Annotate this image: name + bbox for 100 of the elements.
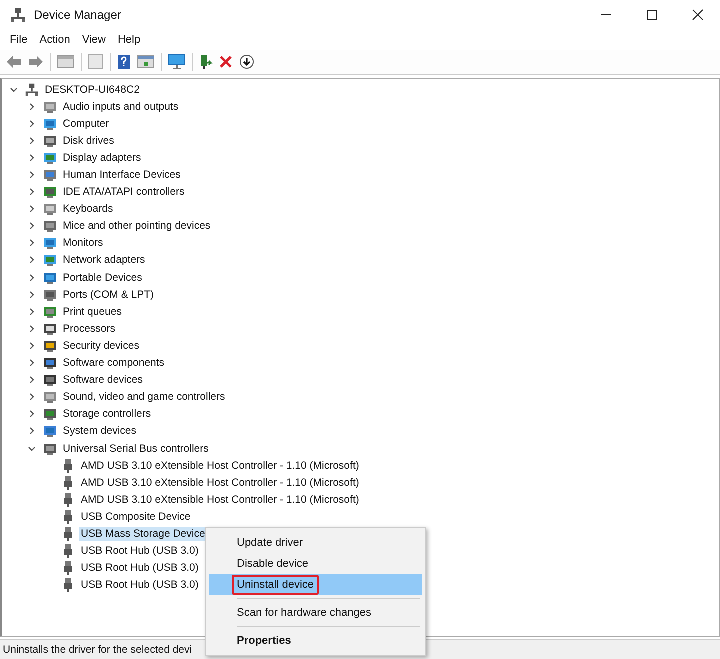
tree-item[interactable]: Software components — [61, 356, 167, 370]
tree-item[interactable]: Portable Devices — [61, 270, 144, 285]
back-arrow-icon[interactable] — [6, 55, 22, 69]
device-icon — [43, 236, 57, 250]
chevron-right-icon[interactable] — [27, 152, 37, 163]
usb-plug-icon — [61, 458, 75, 474]
device-icon — [43, 373, 57, 388]
usb-plug-icon — [61, 526, 75, 542]
device-icon — [43, 390, 57, 404]
forward-arrow-icon[interactable] — [28, 55, 44, 69]
x-icon[interactable] — [219, 55, 233, 69]
tree-item[interactable]: Mice and other pointing devices — [61, 219, 213, 234]
status-text: Uninstalls the driver for the selected devi — [3, 644, 192, 656]
menu-item[interactable]: Help — [118, 34, 141, 46]
menu-item-label: Update driver — [236, 536, 304, 550]
tree-item[interactable]: Processors — [61, 322, 118, 336]
chevron-right-icon[interactable] — [27, 170, 37, 180]
tree-item[interactable]: USB Mass Storage Device — [79, 526, 208, 541]
tree-item[interactable]: AMD USB 3.10 eXtensible Host Controller - 1.10 (Microsoft) — [79, 476, 362, 490]
chevron-right-icon[interactable] — [27, 204, 37, 214]
device-icon — [43, 185, 57, 200]
tree-item[interactable]: Display adapters — [61, 150, 144, 165]
chevron-right-icon[interactable] — [27, 375, 37, 386]
tree-item[interactable]: Disk drives — [61, 134, 116, 148]
chevron-right-icon[interactable] — [27, 221, 37, 232]
device-icon — [43, 338, 57, 353]
tree-item[interactable]: Network adapters — [61, 253, 148, 268]
tree-item[interactable]: Audio inputs and outputs — [61, 100, 181, 114]
device-icon — [43, 442, 57, 456]
device-icon — [43, 288, 57, 302]
tree-item[interactable]: Monitors — [61, 236, 106, 250]
tree-item[interactable]: USB Composite Device — [79, 510, 193, 524]
tree-item[interactable]: USB Root Hub (USB 3.0) — [79, 561, 201, 576]
window-icon[interactable] — [57, 54, 75, 70]
device-icon — [43, 407, 57, 422]
tree-item[interactable]: Sound, video and game controllers — [61, 390, 228, 404]
menu-item[interactable]: View — [82, 34, 106, 46]
menu-item[interactable]: File — [10, 34, 28, 46]
device-icon — [43, 168, 57, 182]
tree-item[interactable]: Software devices — [61, 373, 145, 388]
chevron-right-icon[interactable] — [27, 238, 37, 248]
chevron-right-icon[interactable] — [27, 290, 37, 300]
usb-plug-icon — [61, 508, 75, 525]
usb-plug-icon — [61, 577, 75, 594]
monitor-icon[interactable] — [168, 54, 186, 70]
chevron-right-icon[interactable] — [27, 187, 37, 198]
tree-item[interactable]: Print queues — [61, 304, 124, 319]
menu-item[interactable]: Scan for hardware changes — [209, 602, 422, 623]
tree-item[interactable]: Keyboards — [61, 202, 116, 216]
chevron-right-icon[interactable] — [27, 409, 37, 420]
window-icon[interactable] — [137, 54, 155, 70]
chevron-right-icon[interactable] — [27, 118, 37, 129]
menu-item[interactable]: Properties — [209, 630, 422, 651]
menu-item[interactable]: Action — [40, 34, 70, 46]
usb-plug-icon — [61, 474, 75, 491]
computer-network-icon — [10, 7, 26, 23]
tree-item[interactable]: AMD USB 3.10 eXtensible Host Controller - 1.10 (Microsoft) — [79, 492, 362, 507]
chevron-right-icon[interactable] — [27, 324, 37, 334]
help-icon[interactable] — [117, 54, 131, 70]
device-icon — [43, 322, 57, 336]
device-icon — [43, 270, 57, 285]
chevron-right-icon[interactable] — [27, 340, 37, 351]
chevron-right-icon[interactable] — [27, 255, 37, 266]
tree-item[interactable]: Human Interface Devices — [61, 168, 183, 182]
device-icon — [43, 150, 57, 165]
close-icon[interactable] — [692, 9, 704, 21]
tree-item[interactable]: Storage controllers — [61, 407, 154, 422]
tree-item[interactable]: Ports (COM & LPT) — [61, 288, 156, 302]
tree-item[interactable]: System devices — [61, 424, 139, 438]
maximize-icon[interactable] — [646, 9, 658, 21]
chevron-right-icon[interactable] — [27, 102, 37, 112]
device-icon — [43, 219, 57, 234]
device-icon — [43, 202, 57, 216]
usb-plug-icon — [61, 560, 75, 576]
tree-item[interactable]: Security devices — [61, 338, 142, 353]
chevron-right-icon[interactable] — [27, 426, 37, 436]
plug-icon[interactable] — [199, 54, 213, 70]
tree-item[interactable]: IDE ATA/ATAPI controllers — [61, 185, 187, 200]
computer-network-icon — [25, 82, 39, 98]
device-icon — [43, 134, 57, 148]
tree-item[interactable]: AMD USB 3.10 eXtensible Host Controller - 1.10 (Microsoft) — [79, 458, 362, 473]
menu-item[interactable]: Uninstall device — [209, 574, 422, 595]
chevron-right-icon[interactable] — [27, 306, 37, 317]
device-icon — [43, 424, 57, 438]
tree-item[interactable]: USB Root Hub (USB 3.0) — [79, 578, 201, 592]
chevron-right-icon[interactable] — [27, 272, 37, 283]
chevron-right-icon[interactable] — [27, 392, 37, 402]
annotated-label: Uninstall device — [232, 574, 320, 594]
download-icon[interactable] — [239, 54, 255, 70]
chevron-right-icon[interactable] — [27, 358, 37, 368]
tree-item[interactable]: Computer — [61, 116, 112, 131]
menu-item[interactable]: Disable device — [209, 553, 422, 574]
tree-item[interactable]: DESKTOP-UI648C2 — [43, 82, 142, 97]
tree-item[interactable]: Universal Serial Bus controllers — [61, 442, 211, 456]
menu-item-label: Disable device — [236, 556, 310, 572]
tree-item[interactable]: USB Root Hub (USB 3.0) — [79, 544, 201, 558]
menu-item[interactable]: Update driver — [209, 532, 422, 553]
menu-item-label: Properties — [236, 634, 292, 648]
usb-plug-icon — [61, 543, 75, 560]
chevron-right-icon[interactable] — [27, 136, 37, 146]
